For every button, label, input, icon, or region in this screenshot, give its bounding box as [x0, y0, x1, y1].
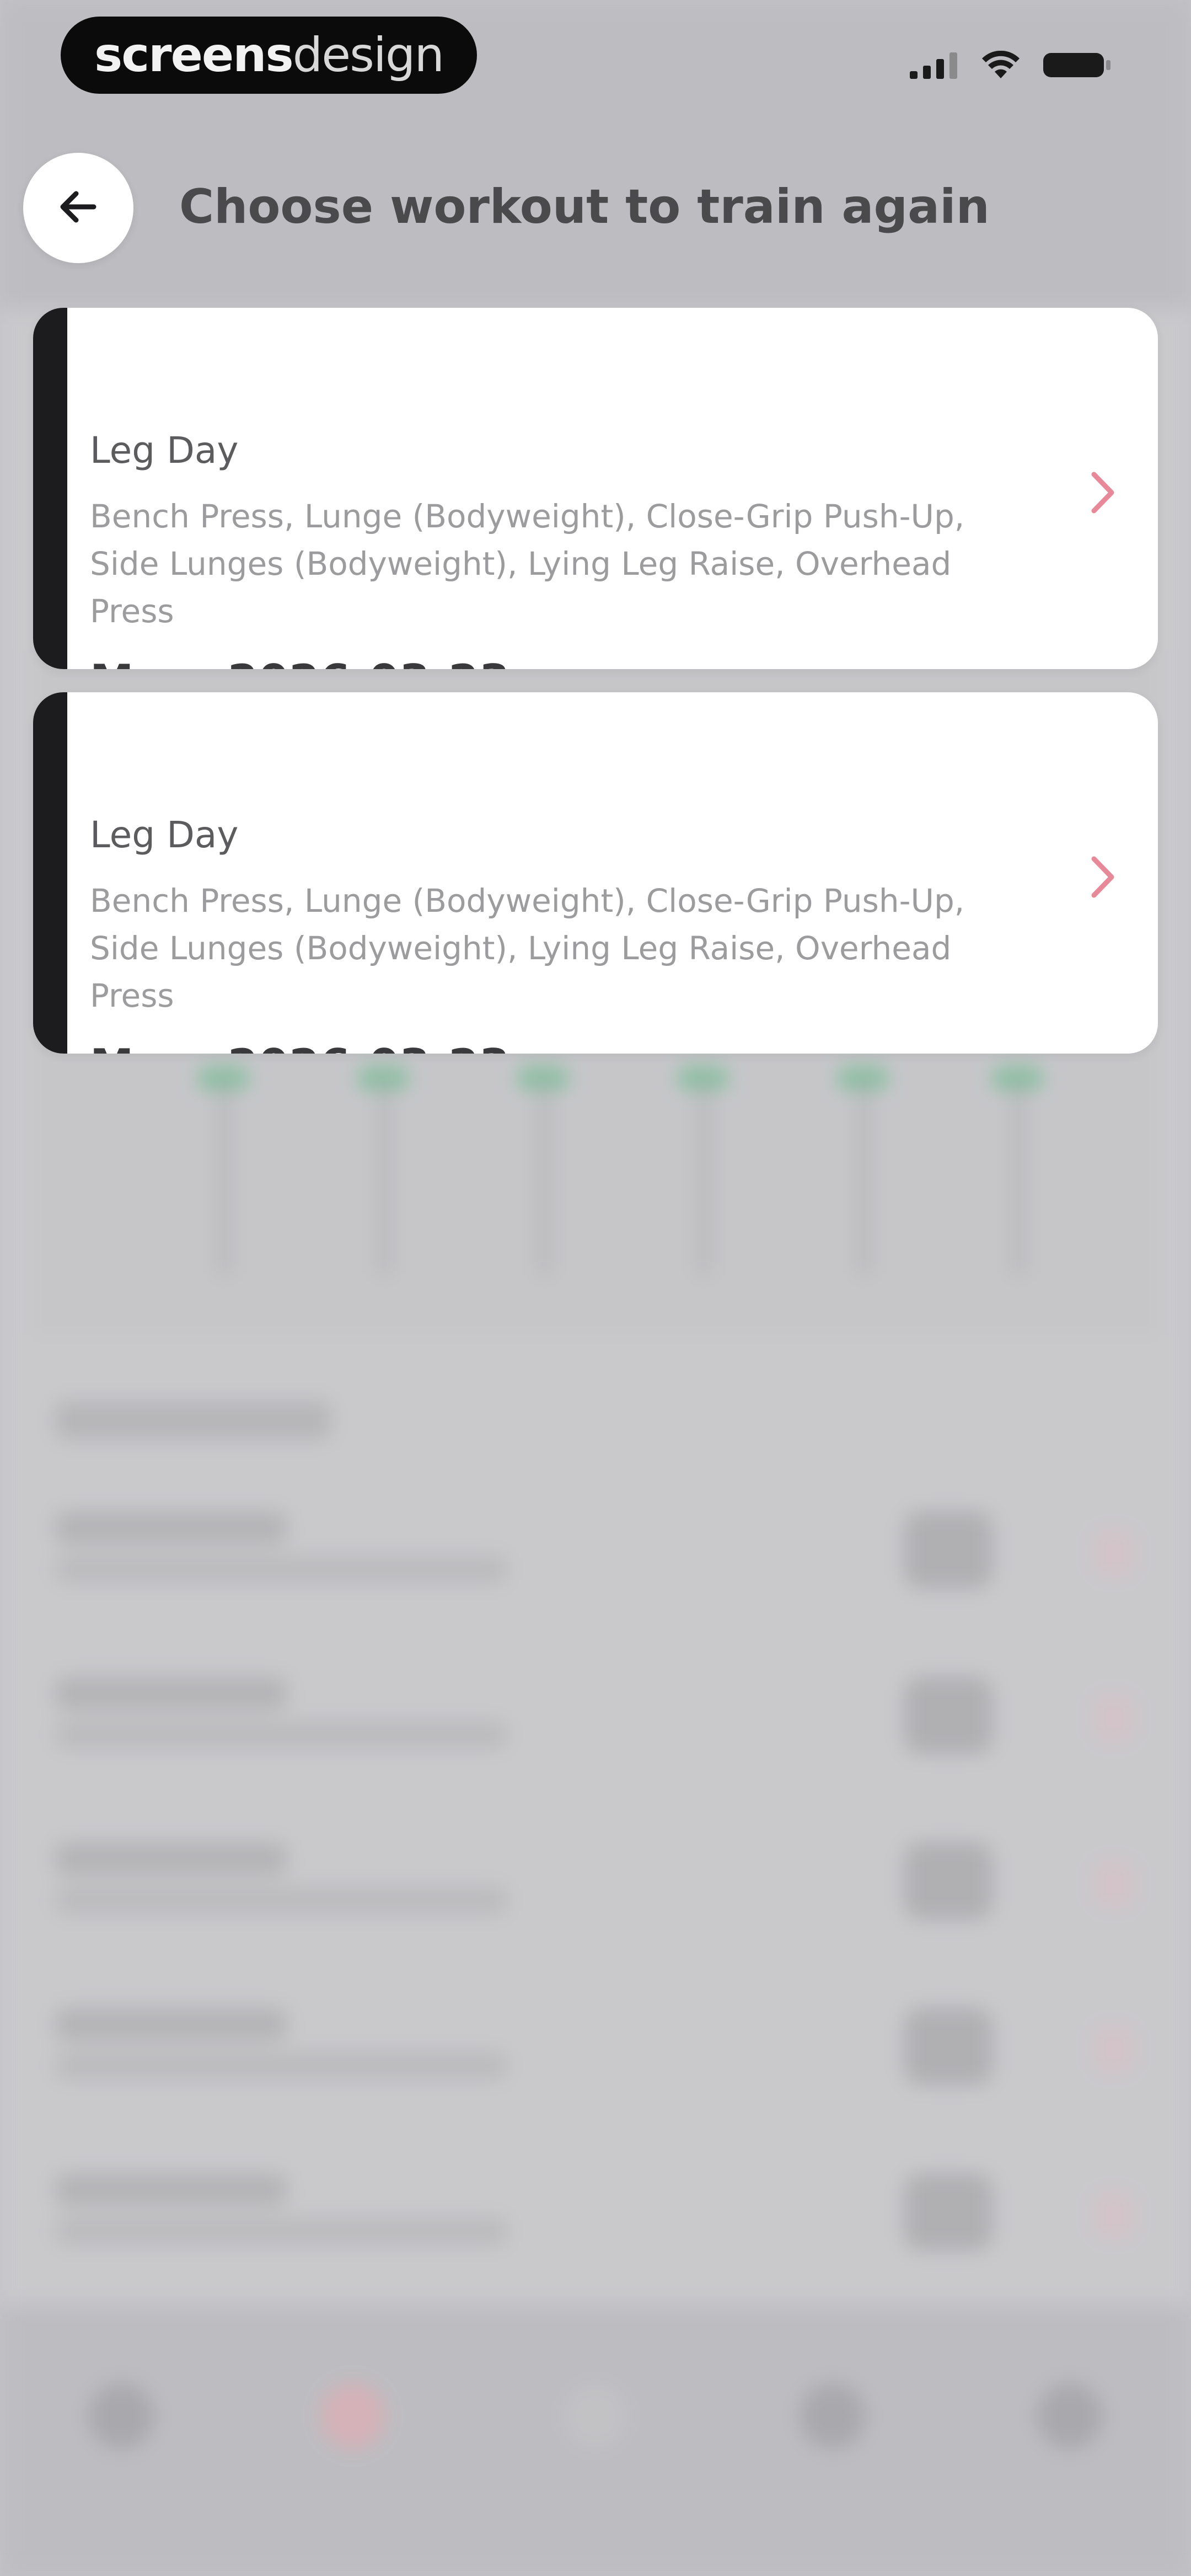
brand-logo: screens design [61, 17, 477, 94]
background-tab-icon [88, 2383, 154, 2449]
workout-name: Leg Day [90, 429, 239, 472]
brand-logo-strong: screens [94, 28, 294, 83]
background-tab-icon [800, 2383, 866, 2449]
background-chart-bar [860, 1076, 868, 1274]
chevron-right-icon [1078, 462, 1128, 523]
background-chart-bar [380, 1076, 388, 1274]
brand-logo-light: design [292, 28, 444, 83]
battery-icon [1042, 51, 1114, 82]
background-list-row [55, 1986, 1136, 2113]
workout-card[interactable]: Mon, 2026-03-23 Leg Day Bench Press, Lun… [33, 692, 1158, 1054]
background-chart-bar [221, 1076, 228, 1274]
background-list-row [55, 1489, 1136, 1616]
background-tab-icon [562, 2383, 629, 2449]
background-chart-bar [540, 1076, 548, 1274]
chevron-right-icon [1078, 847, 1128, 907]
background-chart-bar [700, 1076, 708, 1274]
workout-card[interactable]: Mon, 2026-03-23 Leg Day Bench Press, Lun… [33, 308, 1158, 669]
screen: screens design Choose workout to train a… [0, 0, 1191, 2576]
page-title: Choose workout to train again [179, 179, 990, 234]
background-list-row [55, 1820, 1136, 1947]
workout-exercises: Bench Press, Lunge (Bodyweight), Close-G… [90, 882, 965, 1014]
back-button[interactable] [23, 153, 133, 263]
workout-date: Mon, 2026-03-23 [90, 1040, 509, 1054]
arrow-left-icon [55, 184, 101, 232]
signal-icon [910, 51, 959, 81]
background-tab-icon [320, 2383, 386, 2449]
workout-date: Mon, 2026-03-23 [90, 655, 509, 669]
status-icons [910, 50, 1114, 82]
workout-exercises: Bench Press, Lunge (Bodyweight), Close-G… [90, 498, 965, 630]
background-chart-bar [1015, 1076, 1022, 1274]
card-accent-bar [33, 692, 67, 1054]
card-accent-bar [33, 308, 67, 669]
workout-name: Leg Day [90, 814, 239, 856]
background-tab-icon [1037, 2383, 1103, 2449]
wifi-icon [981, 50, 1020, 82]
background-list-row [55, 2151, 1136, 2278]
background-section-title [55, 1401, 331, 1440]
background-list-row [55, 1655, 1136, 1782]
